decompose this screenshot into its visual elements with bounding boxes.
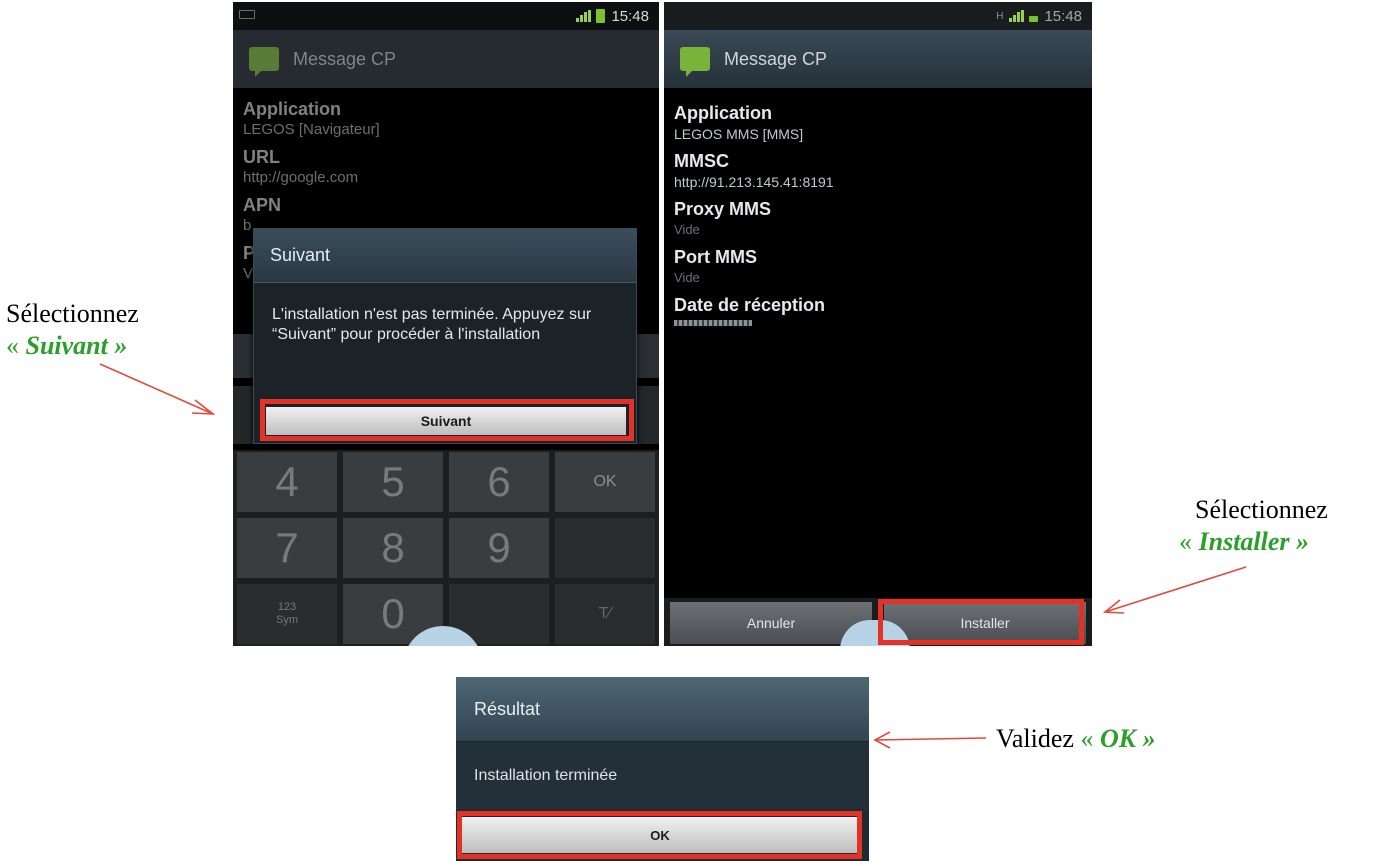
- dialog-title: Suivant: [254, 229, 636, 283]
- key-4[interactable]: 4: [237, 452, 337, 512]
- annotation-action: Suivant: [25, 331, 108, 360]
- key-8[interactable]: 8: [343, 518, 443, 578]
- field-label: Port MMS: [674, 247, 757, 267]
- field-value: LEGOS MMS [MMS]: [674, 126, 804, 142]
- quote-open: «: [1080, 724, 1100, 753]
- app-title: Message CP: [724, 48, 828, 69]
- phone-screen-suivant: 15:48 Message CP Application LEGOS [Navi…: [233, 2, 659, 646]
- arrow-head-suivant: [191, 399, 216, 415]
- signal-icon: [1009, 10, 1025, 22]
- date-value-blurred: [674, 320, 752, 326]
- quote-open: «: [1179, 527, 1199, 556]
- quote-open: «: [6, 331, 26, 360]
- app-title-bar: Message CP: [664, 30, 1092, 88]
- key-9[interactable]: 9: [449, 518, 549, 578]
- field-label: APN: [243, 195, 282, 215]
- field-value: http://google.com: [243, 169, 359, 186]
- battery-icon: [1029, 16, 1039, 22]
- field-label: Application: [674, 103, 772, 123]
- highlight-suivant: [260, 399, 634, 441]
- annotation-action-line: « Installer »: [1179, 526, 1328, 558]
- field-label: MMSC: [674, 151, 729, 171]
- arrow-head-ok: [873, 731, 891, 749]
- arrow-to-ok: [874, 737, 987, 741]
- key-text-mode[interactable]: T⁄: [555, 584, 655, 644]
- field-label: Proxy MMS: [674, 199, 772, 219]
- annotation-ok: Validez « OK »: [996, 723, 1156, 755]
- field-label: Application: [243, 99, 341, 119]
- annotation-action: Installer: [1198, 527, 1290, 556]
- key-6[interactable]: 6: [449, 452, 549, 512]
- annotation-text: Sélectionnez: [1195, 495, 1328, 524]
- field-value: LEGOS [Navigateur]: [243, 121, 380, 138]
- status-time: 15:48: [611, 7, 649, 25]
- quote-close: »: [107, 331, 128, 360]
- numeric-keypad: 4 5 6 OK 7 8 9 123 Sym 0 T⁄: [233, 450, 659, 646]
- highlight-ok: [457, 811, 862, 859]
- annotation-text: Validez: [996, 724, 1081, 753]
- app-title: Message CP: [293, 48, 397, 69]
- annotation-action: OK: [1099, 724, 1137, 753]
- result-title: Résultat: [456, 677, 869, 741]
- field-value: Vide: [674, 222, 700, 237]
- key-ok[interactable]: OK: [555, 452, 655, 512]
- arrow-to-suivant: [99, 363, 214, 415]
- dialog-message: L'installation n'est pas terminée. Appuy…: [272, 306, 592, 343]
- annotation-installer: Sélectionnez « Installer »: [1179, 494, 1328, 558]
- key-sym[interactable]: 123 Sym: [237, 584, 337, 644]
- status-bar: 15:48: [233, 2, 659, 30]
- key-blank: [555, 518, 655, 578]
- annotation-action-line: « Suivant »: [6, 330, 139, 362]
- highlight-installer: [878, 599, 1084, 645]
- result-message: Installation terminée: [456, 741, 869, 809]
- field-label: Date de réception: [674, 295, 826, 315]
- arrow-to-installer: [1104, 566, 1247, 613]
- message-icon: [680, 47, 710, 77]
- config-fields: Application LEGOS MMS [MMS] MMSC http://…: [664, 88, 1092, 336]
- battery-icon: [596, 9, 606, 23]
- network-h-icon: H: [996, 10, 1004, 22]
- message-icon: [249, 47, 279, 77]
- app-title-bar: Message CP: [233, 30, 659, 88]
- status-bar: H 15:48: [664, 2, 1092, 30]
- annotation-suivant: Sélectionnez « Suivant »: [6, 298, 139, 362]
- quote-close: »: [1136, 724, 1156, 753]
- key-7[interactable]: 7: [237, 518, 337, 578]
- result-dialog: Résultat Installation terminée OK: [456, 677, 869, 861]
- field-label: URL: [243, 147, 280, 167]
- annotation-text: Sélectionnez: [6, 299, 139, 328]
- quote-close: »: [1289, 527, 1310, 556]
- arrow-head-installer: [1102, 599, 1125, 614]
- field-value: http://91.213.145.41:8191: [674, 174, 834, 190]
- status-time: 15:48: [1044, 7, 1082, 25]
- phone-screen-installer: H 15:48 Message CP Application LEGOS MMS…: [664, 2, 1092, 646]
- key-5[interactable]: 5: [343, 452, 443, 512]
- signal-icon: [576, 10, 592, 22]
- field-value: Vide: [674, 270, 700, 285]
- keyboard-icon: [239, 10, 255, 19]
